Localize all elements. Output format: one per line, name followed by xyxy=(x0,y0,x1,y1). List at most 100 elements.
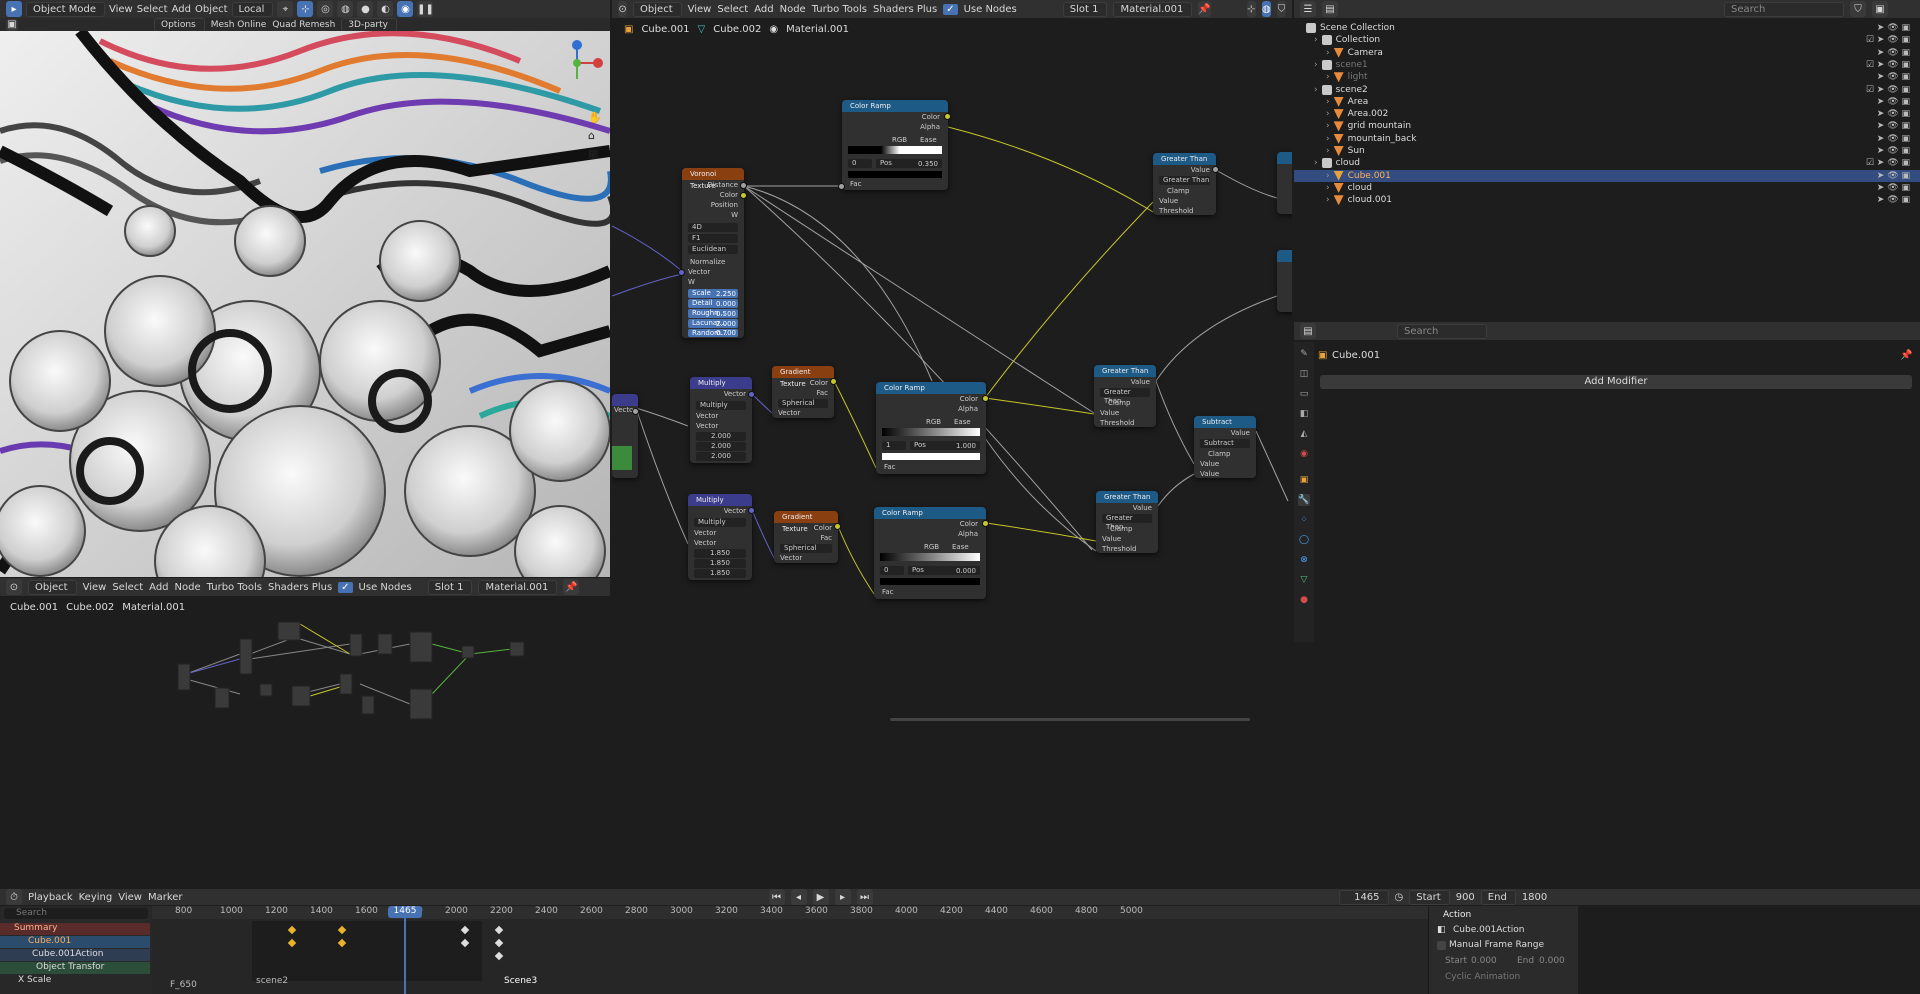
node-menu-add[interactable]: Add xyxy=(754,4,773,15)
gradient-texture-node-1[interactable]: Gradient Texture Color Fac Spherical Vec… xyxy=(772,366,834,418)
color-ramp-mid-node[interactable]: Color Ramp Color Alpha RGB Ease 1 Pos 1.… xyxy=(876,382,986,474)
mini-object-dropdown[interactable]: Object xyxy=(28,579,77,595)
mult1-op[interactable]: Multiply xyxy=(696,401,746,410)
channel-action[interactable]: Cube.001Action xyxy=(0,949,150,961)
action-start-label[interactable]: Start xyxy=(1445,956,1467,966)
mode-dropdown[interactable]: Object Mode xyxy=(26,1,105,17)
visibility-toggles[interactable]: ➤ 👁 ▣ xyxy=(1877,121,1910,131)
marker-menu[interactable]: Marker xyxy=(148,892,183,903)
vector-node-partial[interactable]: Vector xyxy=(612,394,638,478)
mini-menu-turbo-tools[interactable]: Turbo Tools xyxy=(207,582,262,593)
menu-object[interactable]: Object xyxy=(195,4,228,15)
snap-icon[interactable]: ⌖ xyxy=(277,1,294,17)
gt2-clamp[interactable]: Clamp xyxy=(1108,399,1130,407)
start-frame-value[interactable]: 900 xyxy=(1456,892,1475,903)
outliner-row[interactable]: › Collection ☑ ➤ 👁 ▣ xyxy=(1294,34,1920,46)
mult1-out-socket[interactable] xyxy=(748,391,755,398)
pause-icon[interactable]: ❚❚ xyxy=(417,1,434,17)
ramp-bot-color-socket[interactable] xyxy=(982,520,989,527)
filter-icon[interactable]: ⛉ xyxy=(1276,1,1286,17)
play-icon[interactable]: ▶ xyxy=(812,889,829,905)
snap-node-icon[interactable]: ⊹ xyxy=(1246,1,1256,17)
object-tab-icon[interactable]: ▣ xyxy=(1298,474,1310,486)
cyclic-label[interactable]: Cyclic Animation xyxy=(1445,972,1520,982)
timeline-search[interactable]: Search xyxy=(4,908,148,919)
menu-view[interactable]: View xyxy=(109,4,133,15)
outliner-row[interactable]: › cloud ☑ ➤ 👁 ▣ xyxy=(1294,157,1920,169)
mult1-val-x[interactable]: 2.000 xyxy=(696,432,746,441)
ramp-mid-index[interactable]: 1 xyxy=(882,441,906,450)
gradient-texture-node-2[interactable]: Gradient Texture Color Fac Spherical Vec… xyxy=(774,511,838,563)
material-field[interactable]: Material.001 xyxy=(1113,1,1193,17)
outliner-row[interactable]: › mountain_back ➤ 👁 ▣ xyxy=(1294,133,1920,145)
visibility-toggles[interactable]: ➤ 👁 ▣ xyxy=(1877,146,1910,156)
expand-arrow-icon[interactable]: › xyxy=(1314,85,1318,95)
constraints-tab-icon[interactable]: ⊗ xyxy=(1298,554,1310,566)
manual-range-checkbox[interactable] xyxy=(1437,941,1446,950)
mult2-op[interactable]: Multiply xyxy=(694,518,746,527)
visibility-toggles[interactable]: ➤ 👁 ▣ xyxy=(1877,109,1910,119)
multiply-node-2[interactable]: Multiply Vector Multiply Vector Vector 1… xyxy=(688,494,752,580)
mini-menu-add[interactable]: Add xyxy=(149,582,168,593)
overlay-icon[interactable]: ◍ xyxy=(337,1,354,17)
physics-tab-icon[interactable]: ◯ xyxy=(1298,534,1310,546)
expand-arrow-icon[interactable]: › xyxy=(1326,121,1330,131)
quad-remesh-menu[interactable]: Quad Remesh xyxy=(272,20,335,30)
particles-tab-icon[interactable]: ⁘ xyxy=(1298,514,1310,526)
node-menu-view[interactable]: View xyxy=(688,4,712,15)
orientation-dropdown[interactable]: Local xyxy=(231,1,274,17)
channel-xscale[interactable]: X Scale xyxy=(0,975,150,987)
camera-view-icon[interactable]: ⌂ xyxy=(588,129,595,142)
outliner-row[interactable]: › Area ➤ 👁 ▣ xyxy=(1294,96,1920,108)
channel-summary[interactable]: Summary xyxy=(0,923,150,935)
expand-arrow-icon[interactable]: › xyxy=(1326,72,1330,82)
visibility-toggles[interactable]: ➤ 👁 ▣ xyxy=(1877,195,1910,205)
outliner-row[interactable]: › cloud ➤ 👁 ▣ xyxy=(1294,182,1920,194)
channel-transforms[interactable]: Object Transfor xyxy=(0,962,150,974)
shading-render-icon[interactable]: ◉ xyxy=(397,1,414,17)
tool-tab-icon[interactable]: ✎ xyxy=(1298,348,1310,360)
ramp-top-mode[interactable]: RGB xyxy=(892,136,907,144)
outliner-mode-icon[interactable]: ▤ xyxy=(1322,1,1338,17)
action-name[interactable]: Cube.001Action xyxy=(1453,925,1524,935)
output-tab-icon[interactable]: ▭ xyxy=(1298,388,1310,400)
grad2-type[interactable]: Spherical xyxy=(780,544,832,553)
partial-node-right-2[interactable] xyxy=(1277,250,1292,312)
ramp-mid-mode[interactable]: RGB xyxy=(926,418,941,426)
vector-left-socket[interactable] xyxy=(632,408,638,415)
prev-key-icon[interactable]: ◂ xyxy=(790,889,807,905)
outliner-row[interactable]: › cloud.001 ➤ 👁 ▣ xyxy=(1294,194,1920,206)
modifier-tab-icon[interactable]: 🔧 xyxy=(1298,494,1310,506)
action-panel-title[interactable]: Action xyxy=(1443,910,1471,920)
keyframe[interactable] xyxy=(494,925,504,935)
timeline-area[interactable]: 6008001000120014001600180020002200240026… xyxy=(152,906,1428,994)
current-frame-field[interactable]: 1465 xyxy=(1338,889,1389,905)
outliner-row[interactable]: › Sun ➤ 👁 ▣ xyxy=(1294,145,1920,157)
marker-f650[interactable]: F_650 xyxy=(170,980,197,990)
start-frame-label[interactable]: Start xyxy=(1409,889,1450,905)
mini-material-field[interactable]: Material.001 xyxy=(478,579,558,595)
marker-scene3[interactable]: Scene3 xyxy=(504,976,537,986)
jump-start-icon[interactable]: ⏮ xyxy=(768,889,785,905)
snapping-icon[interactable]: ⊹ xyxy=(297,1,314,17)
hand-tool-icon[interactable]: ✋ xyxy=(588,111,602,124)
world-tab-icon[interactable]: ◉ xyxy=(1298,448,1310,460)
third-party-dropdown[interactable]: 3D-party xyxy=(341,18,397,31)
expand-arrow-icon[interactable]: › xyxy=(1314,158,1318,168)
expand-arrow-icon[interactable]: › xyxy=(1326,195,1330,205)
ramp-top-color-socket[interactable] xyxy=(944,113,951,120)
navigation-gizmo-icon[interactable] xyxy=(562,39,608,99)
outliner-row[interactable]: › grid mountain ➤ 👁 ▣ xyxy=(1294,120,1920,132)
gt1-op[interactable]: Greater Than xyxy=(1159,176,1210,185)
voronoi-normalize[interactable]: Normalize xyxy=(690,258,725,266)
playhead-frame[interactable]: 1465 xyxy=(388,906,422,918)
node-scrollbar[interactable] xyxy=(890,718,1250,721)
overlay-node-icon[interactable]: ◍ xyxy=(1261,1,1271,17)
ramp-bot-mode[interactable]: RGB xyxy=(924,543,939,551)
mult1-val-y[interactable]: 2.000 xyxy=(696,442,746,451)
visibility-toggles[interactable]: ➤ 👁 ▣ xyxy=(1877,48,1910,58)
node-menu-shaders-plus[interactable]: Shaders Plus xyxy=(873,4,937,15)
properties-search[interactable]: Search xyxy=(1397,323,1487,339)
expand-arrow-icon[interactable]: › xyxy=(1326,109,1330,119)
timeline-view-menu[interactable]: View xyxy=(118,892,142,903)
